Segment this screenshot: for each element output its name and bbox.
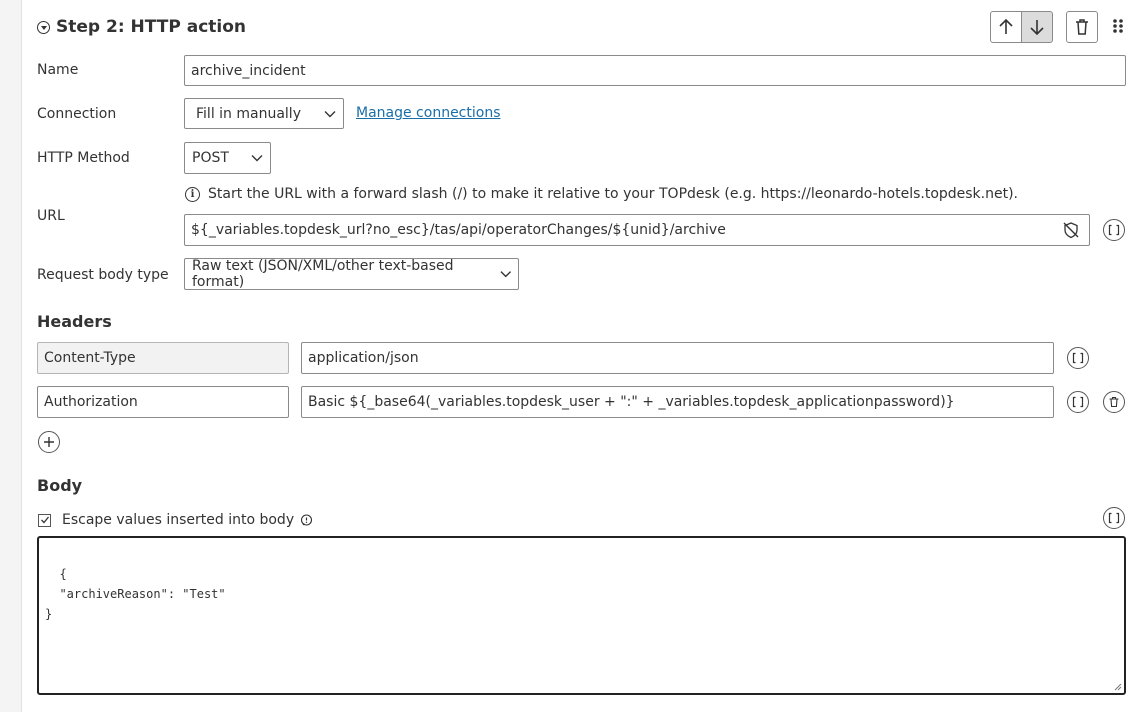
insert-variable-body-button[interactable] — [1103, 507, 1125, 529]
escape-values-checkbox[interactable] — [38, 513, 51, 527]
trash-icon — [1109, 396, 1119, 408]
body-type-select[interactable]: Raw text (JSON/XML/other text-based form… — [184, 258, 519, 290]
url-label: URL — [37, 208, 65, 224]
move-down-button[interactable] — [1021, 11, 1053, 43]
header-value-input[interactable]: application/json — [301, 342, 1054, 374]
headers-title: Headers — [37, 312, 112, 331]
plus-icon — [44, 437, 54, 447]
eye-off-icon[interactable] — [1062, 221, 1080, 239]
insert-variable-url-button[interactable] — [1103, 219, 1125, 241]
brackets-icon — [1072, 352, 1084, 364]
collapse-toggle-icon[interactable] — [37, 20, 50, 34]
name-input[interactable]: archive_incident — [184, 55, 1126, 86]
escape-values-option[interactable]: Escape values inserted into body — [38, 511, 313, 529]
body-content: { "archiveReason": "Test" } — [45, 567, 226, 621]
trash-icon — [1076, 19, 1088, 35]
body-title: Body — [37, 476, 83, 495]
url-input[interactable]: ${_variables.topdesk_url?no_esc}/tas/api… — [184, 214, 1090, 246]
url-hint-text: Start the URL with a forward slash (/) t… — [208, 186, 1019, 202]
delete-header-button[interactable] — [1103, 391, 1125, 413]
chevron-down-icon — [499, 271, 511, 278]
step-title: Step 2: HTTP action — [56, 17, 247, 37]
http-method-select[interactable]: POST — [184, 142, 271, 174]
url-input-value: ${_variables.topdesk_url?no_esc}/tas/api… — [191, 222, 726, 238]
http-method-selected: POST — [192, 150, 229, 166]
brackets-icon — [1108, 224, 1120, 236]
manage-connections-link[interactable]: Manage connections — [356, 105, 501, 121]
move-up-button[interactable] — [990, 11, 1022, 43]
header-value-input[interactable]: Basic ${_base64(_variables.topdesk_user … — [301, 386, 1054, 418]
drag-handle-icon[interactable] — [1111, 17, 1125, 37]
chevron-down-icon — [251, 155, 263, 162]
body-type-label: Request body type — [37, 267, 169, 283]
escape-values-label: Escape values inserted into body — [62, 512, 295, 528]
http-method-label: HTTP Method — [37, 150, 130, 166]
name-label: Name — [37, 62, 79, 78]
insert-variable-header-button[interactable] — [1067, 347, 1089, 369]
connection-label: Connection — [37, 106, 117, 122]
connection-select[interactable]: Fill in manually — [184, 98, 344, 129]
header-key-input[interactable]: Content-Type — [37, 342, 289, 374]
info-icon: i — [185, 186, 200, 202]
add-header-button[interactable] — [38, 431, 60, 453]
body-textarea[interactable]: { "archiveReason": "Test" } — [37, 536, 1126, 695]
help-bubble-icon[interactable] — [300, 513, 313, 527]
arrow-up-icon — [999, 18, 1013, 34]
header-key-input[interactable]: Authorization — [37, 386, 289, 418]
step-header[interactable]: Step 2: HTTP action — [37, 14, 246, 40]
delete-step-button[interactable] — [1066, 11, 1098, 43]
body-type-selected: Raw text (JSON/XML/other text-based form… — [192, 258, 454, 290]
brackets-icon — [1072, 396, 1084, 408]
arrow-down-icon — [1030, 20, 1044, 36]
resize-handle-icon[interactable] — [1114, 683, 1122, 691]
insert-variable-header-button[interactable] — [1067, 391, 1089, 413]
chevron-down-icon — [324, 110, 336, 117]
url-hint: i Start the URL with a forward slash (/)… — [185, 186, 1018, 202]
brackets-icon — [1108, 512, 1120, 524]
connection-selected: Fill in manually — [196, 105, 301, 122]
check-icon — [40, 516, 49, 524]
